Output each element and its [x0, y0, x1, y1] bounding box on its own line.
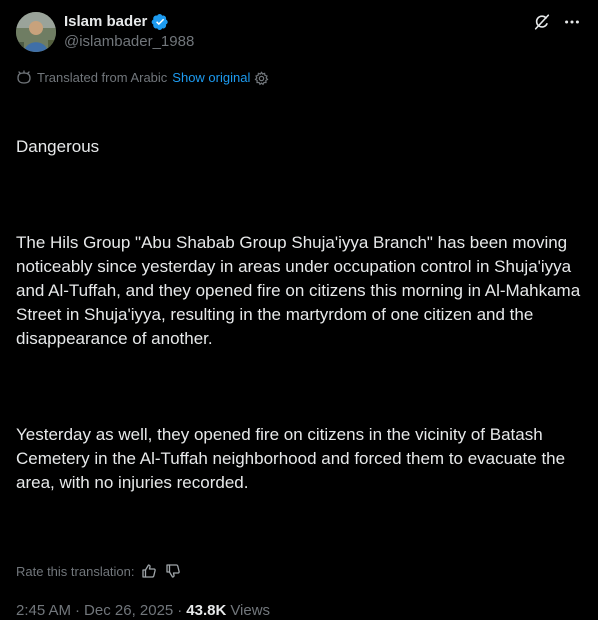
verified-badge-icon[interactable]	[151, 13, 169, 31]
translation-row: Translated from Arabic Show original	[16, 70, 582, 86]
meta-separator: ·	[75, 601, 81, 619]
author-handle[interactable]: @islambader_1988	[64, 32, 194, 52]
rate-translation-label: Rate this translation:	[16, 563, 135, 579]
translation-label: Translated from Arabic	[37, 70, 168, 85]
thumbs-down-icon[interactable]	[165, 563, 181, 579]
more-icon[interactable]	[562, 12, 582, 32]
thumbs-up-icon[interactable]	[141, 563, 157, 579]
post-date[interactable]: Dec 26, 2025	[84, 602, 173, 619]
gear-icon[interactable]	[254, 70, 269, 86]
translate-icon	[16, 70, 32, 86]
views-count[interactable]: 43.8K	[186, 602, 226, 619]
meta-separator-2: ·	[177, 601, 183, 619]
avatar-image	[16, 12, 56, 52]
post-meta: 2:45 AM · Dec 26, 2025 · 43.8K Views	[16, 600, 582, 620]
author-names: Islam bader @islambader_1988	[64, 12, 194, 52]
post-header: Islam bader @islambader_1988	[16, 12, 582, 56]
header-actions	[532, 12, 582, 32]
post-paragraph-3: Yesterday as well, they opened fire on c…	[16, 425, 570, 492]
post: Islam bader @islambader_1988 Translated …	[0, 0, 598, 619]
grok-icon[interactable]	[532, 12, 552, 32]
display-name-row: Islam bader	[64, 12, 194, 32]
display-name[interactable]: Islam bader	[64, 12, 147, 32]
post-paragraph-2: The Hils Group "Abu Shabab Group Shuja'i…	[16, 233, 585, 348]
post-time[interactable]: 2:45 AM	[16, 602, 71, 619]
post-text: Dangerous The Hils Group "Abu Shabab Gro…	[16, 87, 582, 543]
post-paragraph-1: Dangerous	[16, 137, 100, 156]
rate-translation-row: Rate this translation:	[16, 561, 582, 581]
avatar[interactable]	[16, 12, 56, 52]
views-label: Views	[230, 601, 271, 619]
show-original-link[interactable]: Show original	[172, 70, 250, 86]
